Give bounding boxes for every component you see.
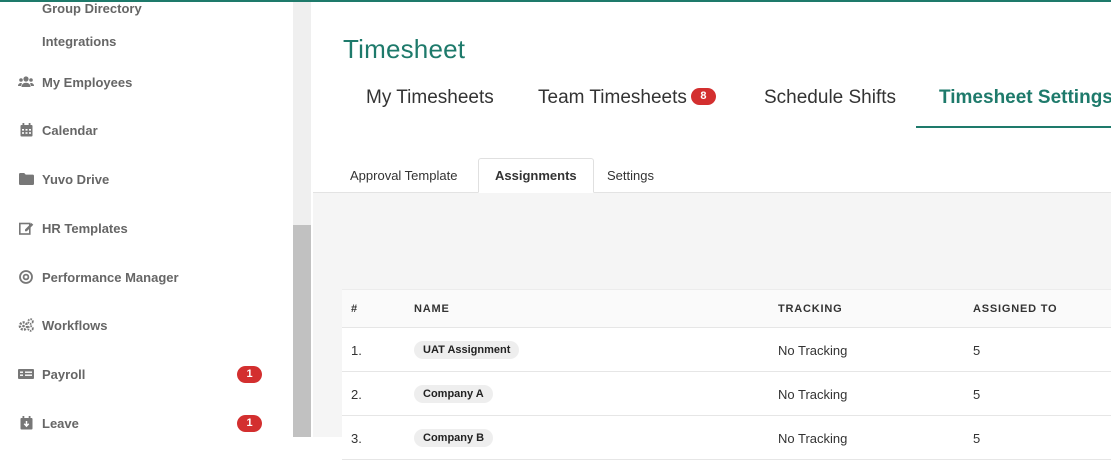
sidebar-subitem-integrations[interactable]: Integrations bbox=[42, 34, 116, 49]
sidebar-subitem-group-directory[interactable]: Group Directory bbox=[42, 1, 142, 16]
target-icon bbox=[18, 269, 34, 285]
active-tab-indicator bbox=[916, 126, 1111, 128]
tracking-value: No Tracking bbox=[778, 386, 848, 402]
tracking-value: No Tracking bbox=[778, 342, 848, 358]
sidebar-item-label: Yuvo Drive bbox=[42, 171, 110, 187]
sidebar-item-label: My Employees bbox=[42, 74, 133, 90]
sidebar-item-payroll[interactable]: Payroll 1 bbox=[18, 362, 280, 386]
column-header-number: # bbox=[351, 302, 358, 315]
row-number: 1. bbox=[351, 342, 362, 358]
tab-timesheet-settings[interactable]: Timesheet Settings bbox=[939, 87, 1111, 109]
leave-icon bbox=[18, 415, 34, 431]
gears-icon bbox=[18, 317, 34, 333]
team-timesheets-count-badge: 8 bbox=[690, 88, 716, 106]
page-title: Timesheet bbox=[343, 34, 466, 64]
sidebar-item-hr-templates[interactable]: HR Templates bbox=[18, 216, 280, 240]
assignment-name-chip[interactable]: UAT Assignment bbox=[414, 341, 520, 359]
tab-label: Team Timesheets bbox=[538, 87, 687, 108]
assignments-table: # NAME TRACKING ASSIGNED TO 1. UAT Assig… bbox=[342, 289, 1111, 460]
assignment-name-chip[interactable]: Company B bbox=[414, 429, 494, 447]
sidebar-item-leave[interactable]: Leave 1 bbox=[18, 411, 280, 435]
subtab-settings[interactable]: Settings bbox=[591, 158, 670, 193]
edit-icon bbox=[18, 220, 34, 236]
sidebar-item-calendar[interactable]: Calendar bbox=[18, 118, 280, 142]
calendar-icon bbox=[18, 122, 34, 138]
users-icon bbox=[18, 74, 34, 90]
main-content: Timesheet My Timesheets Team Timesheets 8… bbox=[313, 2, 1111, 460]
sidebar-item-label: Payroll bbox=[42, 366, 86, 382]
assignment-name-chip[interactable]: Company A bbox=[414, 385, 493, 403]
sidebar-item-my-employees[interactable]: My Employees bbox=[18, 70, 280, 94]
folder-icon bbox=[18, 171, 34, 187]
row-number: 2. bbox=[351, 386, 362, 402]
sidebar-item-label: Calendar bbox=[42, 122, 98, 138]
subtab-assignments[interactable]: Assignments bbox=[478, 158, 594, 193]
assigned-count: 5 bbox=[973, 386, 981, 402]
leave-count-badge: 1 bbox=[237, 414, 262, 432]
sidebar-item-label: Leave bbox=[42, 415, 79, 431]
sidebar-item-yuvo-drive[interactable]: Yuvo Drive bbox=[18, 167, 280, 191]
tab-schedule-shifts[interactable]: Schedule Shifts bbox=[764, 87, 896, 109]
table-row[interactable]: 2. Company A No Tracking 5 bbox=[342, 372, 1111, 416]
column-header-tracking[interactable]: TRACKING bbox=[778, 303, 842, 315]
payroll-count-badge: 1 bbox=[237, 365, 262, 383]
assigned-count: 5 bbox=[973, 342, 981, 358]
money-icon bbox=[18, 366, 34, 382]
table-row[interactable]: 1. UAT Assignment No Tracking 5 bbox=[342, 328, 1111, 372]
subtab-approval-template[interactable]: Approval Template bbox=[334, 158, 473, 193]
row-number: 3. bbox=[351, 430, 362, 446]
sidebar: Group Directory Integrations My Employee… bbox=[0, 1, 293, 437]
sidebar-item-label: Workflows bbox=[42, 317, 108, 333]
sidebar-scrollbar-thumb[interactable] bbox=[293, 225, 311, 437]
column-header-name[interactable]: NAME bbox=[414, 303, 450, 315]
assigned-count: 5 bbox=[973, 430, 981, 446]
sidebar-item-label: HR Templates bbox=[42, 220, 128, 236]
tracking-value: No Tracking bbox=[778, 430, 848, 446]
sidebar-item-performance-manager[interactable]: Performance Manager bbox=[18, 265, 280, 289]
table-header: # NAME TRACKING ASSIGNED TO bbox=[342, 290, 1111, 328]
subtabs-divider bbox=[313, 192, 1111, 193]
sidebar-item-workflows[interactable]: Workflows bbox=[18, 313, 280, 337]
column-header-assigned-to[interactable]: ASSIGNED TO bbox=[973, 303, 1057, 315]
tab-team-timesheets[interactable]: Team Timesheets 8 bbox=[538, 87, 716, 109]
sidebar-item-label: Performance Manager bbox=[42, 269, 179, 285]
tab-my-timesheets[interactable]: My Timesheets bbox=[366, 87, 494, 109]
table-row[interactable]: 3. Company B No Tracking 5 bbox=[342, 416, 1111, 460]
